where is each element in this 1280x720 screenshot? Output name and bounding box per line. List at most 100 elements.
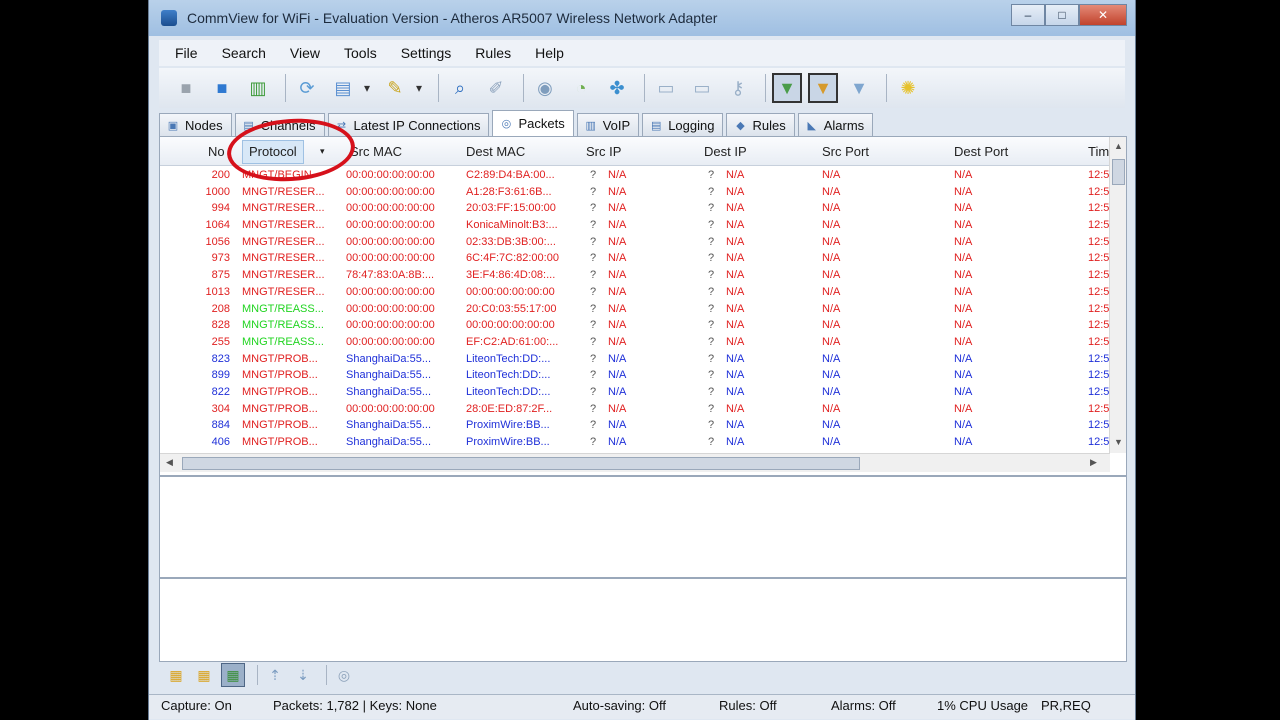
monitor-alt-icon[interactable]: ▭ [687,73,717,103]
cell-no: 823 [211,352,230,365]
cell-src-mac: 00:00:00:00:00:00 [346,302,435,315]
column-header-src-ip[interactable]: Src IP [586,144,621,159]
scroll-right-icon[interactable]: ▶ [1090,457,1097,468]
packets-icon[interactable]: ◎ [333,664,355,686]
maximize-button[interactable]: □ [1045,4,1079,26]
table-row[interactable]: 823 MNGT/PROB... ShanghaiDa:55... LiteonTec… [160,351,1110,368]
cell-dest-mac: 00:00:00:00:00:00 [466,285,555,298]
packets-grid: No Protocol ▾ Src MAC Dest MAC Src IP Dest IP S… [159,136,1127,476]
cell-dest-mac: KonicaMinolt:B3:... [466,219,558,232]
start-capture-icon[interactable]: ■ [207,73,237,103]
packet-details-pane[interactable] [159,476,1127,578]
vertical-scroll-thumb[interactable] [1112,159,1125,185]
table-row[interactable]: 1013 MNGT/RESER... 00:00:00:00:00:00 00:00:… [160,284,1110,301]
tab-nodes[interactable]: ▣ Nodes [159,113,232,136]
minimize-button[interactable]: – [1011,4,1045,26]
dropdown-icon[interactable]: ▾ [360,73,374,103]
packet-generator-alt-icon[interactable]: ▼ [808,73,838,103]
packet-hex-pane[interactable] [159,578,1127,662]
cell-src-ip: N/A [608,252,627,265]
table-row[interactable]: 1056 MNGT/RESER... 00:00:00:00:00:00 02:33:… [160,234,1110,251]
chart-icon[interactable]: ◔ [566,73,596,103]
vertical-scrollbar[interactable]: ▲ ▼ [1109,137,1126,453]
reconstruct-icon[interactable]: ⟳ [292,73,322,103]
menu-rules[interactable]: Rules [459,45,519,61]
dropdown-icon-2[interactable]: ▾ [412,73,426,103]
column-header-dest-mac[interactable]: Dest MAC [466,144,525,159]
bulb-icon[interactable]: ✺ [893,73,923,103]
unknown-icon: ? [590,385,597,398]
horizontal-scroll-thumb[interactable] [182,457,860,470]
cell-time: 12:5 [1088,352,1110,365]
table-row[interactable]: 200 MNGT/BEGIN 00:00:00:00:00:00 C2:89:D4:B… [160,167,1110,184]
folder-alt-icon[interactable]: ▦ [193,664,215,686]
cell-protocol: MNGT/REASS... [242,319,324,332]
table-row[interactable]: 406 MNGT/PROB... ShanghaiDa:55... ProximWir… [160,434,1110,451]
table-row[interactable]: 822 MNGT/PROB... ShanghaiDa:55... LiteonTec… [160,384,1110,401]
grid-view-icon[interactable]: ▦ [221,663,245,687]
scroll-down-icon[interactable]: ▼ [1114,437,1123,447]
cell-time: 12:5 [1088,169,1110,181]
menu-search[interactable]: Search [206,45,274,61]
table-row[interactable]: 1064 MNGT/RESER... 00:00:00:00:00:00 Konica… [160,217,1110,234]
table-row[interactable]: 1000 MNGT/RESER... 00:00:00:00:00:00 A1:28:… [160,184,1110,201]
menu-view[interactable]: View [274,45,328,61]
column-header-src-mac[interactable]: Src MAC [350,144,402,159]
folder-icon[interactable]: ▦ [165,664,187,686]
table-row[interactable]: 884 MNGT/PROB... ShanghaiDa:55... ProximWir… [160,417,1110,434]
stop-capture-icon[interactable]: ■ [171,73,201,103]
import-icon[interactable]: ⇣ [292,664,314,686]
table-row[interactable]: 973 MNGT/RESER... 00:00:00:00:00:00 6C:4F:7… [160,250,1110,267]
column-header-src-port[interactable]: Src Port [822,144,869,159]
column-header-dest-ip[interactable]: Dest IP [704,144,747,159]
nodes-icon[interactable]: ◉ [530,73,560,103]
column-header-protocol[interactable]: Protocol [242,140,304,164]
close-button[interactable]: ✕ [1079,4,1127,26]
filter-icon[interactable]: ✎ [380,73,410,103]
menu-file[interactable]: File [159,45,206,61]
table-row[interactable]: 255 MNGT/REASS... 00:00:00:00:00:00 EF:C2:A… [160,334,1110,351]
tab-voip[interactable]: ▥ VoIP [576,113,640,136]
tab-logging[interactable]: ▤ Logging [642,113,724,136]
column-header-dest-port[interactable]: Dest Port [954,144,1008,159]
column-header-tim[interactable]: Tim [1088,144,1109,159]
table-row[interactable]: 828 MNGT/REASS... 00:00:00:00:00:00 00:00:0… [160,317,1110,334]
table-row[interactable]: 994 MNGT/RESER... 00:00:00:00:00:00 20:03:F… [160,200,1110,217]
menu-help[interactable]: Help [519,45,572,61]
tab-alarms[interactable]: ◣ Alarms [797,113,874,136]
tab-channels[interactable]: ▤ Channels [234,113,325,136]
cell-dest-port: N/A [954,335,973,348]
cell-dest-port: N/A [954,302,973,315]
horizontal-scrollbar[interactable]: ◀ ▶ [160,453,1110,472]
search-icon[interactable]: ⌕ [445,73,475,103]
cell-time: 12:5 [1088,335,1110,348]
cell-time: 12:5 [1088,252,1110,265]
network-icon[interactable]: ✤ [602,73,632,103]
tab-rules[interactable]: ◆ Rules [726,113,795,136]
cell-src-mac: 00:00:00:00:00:00 [346,219,435,232]
wand-icon[interactable]: ✐ [481,73,511,103]
column-header-no[interactable]: No [208,144,225,159]
packet-generator-icon[interactable]: ▼ [772,73,802,103]
menu-settings[interactable]: Settings [385,45,460,61]
table-row[interactable]: 208 MNGT/REASS... 00:00:00:00:00:00 20:C0:0… [160,301,1110,318]
open-logs-icon[interactable]: ▥ [243,73,273,103]
save-icon[interactable]: ▤ [328,73,358,103]
monitor-icon[interactable]: ▭ [651,73,681,103]
scroll-left-icon[interactable]: ◀ [166,457,173,468]
table-row[interactable]: 899 MNGT/PROB... ShanghaiDa:55... LiteonTec… [160,367,1110,384]
menu-tools[interactable]: Tools [328,45,385,61]
table-row[interactable]: 875 MNGT/RESER... 78:47:83:0A:8B:... 3E:F4:… [160,267,1110,284]
cell-dest-port: N/A [954,319,973,332]
scroll-up-icon[interactable]: ▲ [1114,141,1123,151]
tab-latest-ip-connections[interactable]: ⇄ Latest IP Connections [327,113,490,136]
table-row[interactable]: 304 MNGT/PROB... 00:00:00:00:00:00 28:0E:ED… [160,401,1110,418]
status-capture: Capture: On [161,698,232,713]
tab-packets[interactable]: ◎ Packets [492,110,574,136]
cell-no: 1056 [205,235,230,248]
arrow-down-icon[interactable]: ▼ [844,73,874,103]
export-icon[interactable]: ⇡ [264,664,286,686]
title-bar[interactable]: CommView for WiFi - Evaluation Version -… [149,0,1135,36]
key-icon[interactable]: ⚷ [723,73,753,103]
tab-icon: ▣ [167,119,179,132]
